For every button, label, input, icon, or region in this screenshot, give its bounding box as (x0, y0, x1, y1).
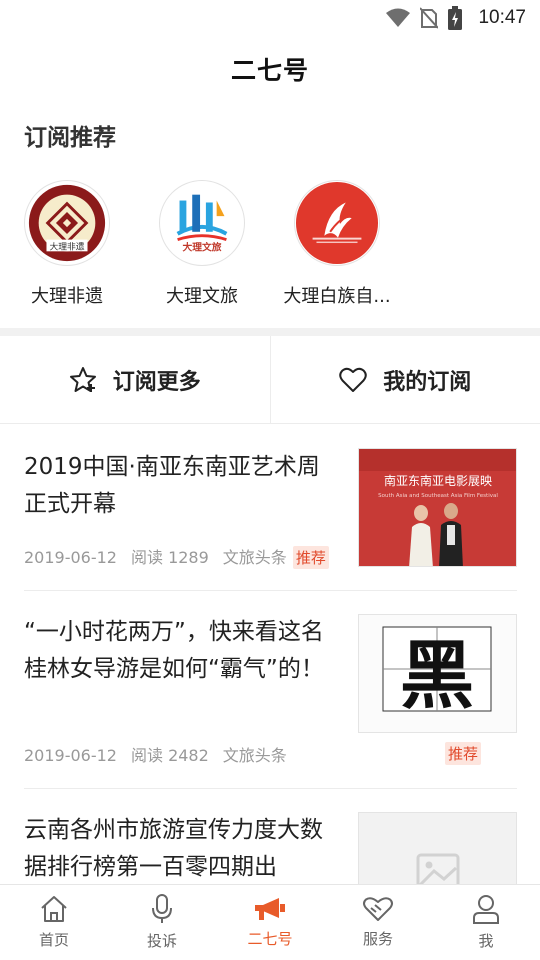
subscribe-item-name: 大理非遗 (31, 286, 103, 307)
home-icon (41, 896, 67, 922)
battery-icon (448, 6, 463, 30)
dali-heritage-logo: 大理非遗 (24, 180, 110, 266)
handshake-icon (363, 897, 393, 921)
article-title: “一小时花两万”，快来看这名桂林女导游是如何“霸气”的！ (24, 619, 324, 682)
clock: 10:47 (478, 7, 526, 28)
tab-label: 我 (478, 932, 494, 950)
section-divider (0, 328, 540, 336)
article-divider (24, 590, 517, 591)
subscribe-item-dali-bai[interactable]: 大理白族自... (272, 180, 402, 308)
article-title: 云南各州市旅游宣传力度大数据排行榜第一百零四期出 (24, 817, 323, 880)
article-meta: 2019-06-12 阅读 2482 文旅头条 推荐 (24, 742, 517, 766)
tab-label: 投诉 (146, 932, 177, 950)
article-title: 2019中国·南亚东南亚艺术周正式开幕 (24, 454, 320, 517)
heart-icon (339, 367, 367, 392)
person-icon (473, 895, 499, 924)
article-item[interactable]: “一小时花两万”，快来看这名桂林女导游是如何“霸气”的！ 黑 2019-06-1… (0, 592, 540, 788)
tab-complaint[interactable]: 投诉 (108, 885, 216, 960)
dali-bai-logo (294, 180, 380, 266)
my-subscriptions-button[interactable]: 我的订阅 (269, 336, 540, 423)
dali-tourism-logo: 大理文旅 (159, 180, 245, 266)
subscribe-item-name: 大理白族自... (283, 286, 391, 307)
app-header: 二七号 (0, 36, 540, 102)
subscribe-item-dali-tourism[interactable]: 大理文旅 大理文旅 (137, 180, 267, 308)
my-subscriptions-label: 我的订阅 (383, 369, 472, 395)
article-item[interactable]: 2019中国·南亚东南亚艺术周正式开幕 南亚东南亚电影展映 South Asia… (0, 424, 540, 592)
thumbnail-banner-subtext: South Asia and Southeast Asia Film Festi… (378, 493, 498, 499)
thumbnail-banner-text: 南亚东南亚电影展映 (384, 473, 492, 488)
article-source: 文旅头条 (222, 746, 287, 765)
subscribe-more-button[interactable]: 订阅更多 (0, 336, 270, 423)
subscribe-item-name: 大理文旅 (166, 286, 238, 307)
tab-label: 服务 (362, 930, 393, 948)
dali-heritage-logo-text: 大理非遗 (49, 240, 84, 252)
tab-home[interactable]: 首页 (0, 885, 108, 960)
article-thumbnail-placeholder (358, 812, 517, 884)
article-thumbnail: 南亚东南亚电影展映 South Asia and Southeast Asia … (358, 448, 517, 567)
status-bar: 10:47 (0, 0, 540, 36)
subscribe-item-dali-heritage[interactable]: 大理非遗 大理非遗 (2, 180, 132, 308)
tab-label: 二七号 (247, 930, 293, 948)
recommend-badge: 推荐 (444, 742, 481, 765)
tab-label: 首页 (38, 931, 69, 949)
article-divider (24, 788, 517, 789)
article-thumbnail: 黑 (358, 614, 517, 733)
bottom-tab-bar: 首页 投诉 二七号 服务 我 (0, 884, 540, 960)
article-meta: 2019-06-12 阅读 1289 文旅头条 推荐 (24, 544, 343, 569)
no-sim-icon (420, 7, 439, 29)
page-title: 二七号 (230, 56, 309, 85)
subscribe-section-title: 订阅推荐 (24, 125, 116, 151)
tab-erqihao[interactable]: 二七号 (216, 885, 324, 960)
tab-service[interactable]: 服务 (324, 885, 432, 960)
subscription-actions: 订阅更多 我的订阅 (0, 336, 540, 424)
subscribe-more-label: 订阅更多 (112, 369, 201, 395)
article-reads: 阅读 1289 (130, 548, 209, 567)
article-date: 2019-06-12 (24, 746, 117, 765)
subscribe-list: 大理非遗 大理非遗 大理文旅 大理文旅 大理白族自... (0, 180, 540, 310)
article-reads: 阅读 2482 (130, 746, 209, 765)
microphone-icon (152, 894, 172, 923)
recommend-badge: 推荐 (292, 546, 329, 569)
thumbnail-character: 黑 (400, 633, 474, 719)
wifi-icon (386, 8, 411, 27)
article-item[interactable]: 云南各州市旅游宣传力度大数据排行榜第一百零四期出 (0, 790, 540, 884)
article-date: 2019-06-12 (24, 548, 117, 567)
article-source: 文旅头条 (222, 548, 287, 567)
star-icon (69, 366, 96, 392)
megaphone-icon (255, 898, 285, 920)
dali-tourism-logo-text: 大理文旅 (183, 240, 222, 253)
tab-me[interactable]: 我 (432, 885, 540, 960)
